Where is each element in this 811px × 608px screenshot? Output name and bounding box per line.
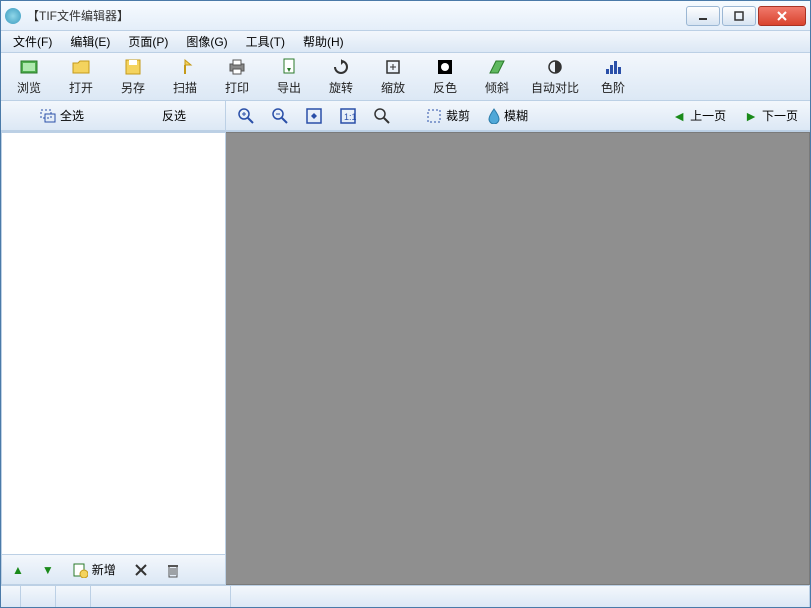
delete-button[interactable]	[130, 561, 152, 579]
skew-button[interactable]: 倾斜	[479, 58, 515, 96]
moveup-button[interactable]: ▲	[8, 561, 28, 579]
open-button[interactable]: 打开	[63, 58, 99, 96]
crop-button[interactable]: 裁剪	[422, 105, 474, 126]
app-icon	[5, 8, 21, 24]
workspace: ▲ ▼ 新增	[1, 131, 810, 585]
close-button[interactable]	[758, 6, 806, 26]
rotate-button[interactable]: 旋转	[323, 58, 359, 96]
statusbar	[1, 585, 810, 607]
invert-button[interactable]: 反色	[427, 58, 463, 96]
newpage-button[interactable]: 新增	[68, 559, 120, 580]
status-cell-4	[91, 586, 231, 607]
arrow-right-icon: ►	[744, 108, 758, 124]
window-controls	[686, 6, 806, 26]
menu-image[interactable]: 图像(G)	[178, 31, 235, 52]
svg-text:1:1: 1:1	[344, 112, 356, 122]
menu-tool[interactable]: 工具(T)	[238, 31, 293, 52]
print-button[interactable]: 打印	[219, 58, 255, 96]
contrast-icon	[546, 58, 564, 76]
status-cell-5	[231, 586, 810, 607]
zoom-icon	[384, 58, 402, 76]
selectall-icon	[40, 109, 56, 123]
menu-page[interactable]: 页面(P)	[120, 31, 176, 52]
selectall-button[interactable]: 全选	[36, 105, 88, 126]
minimize-button[interactable]	[686, 6, 720, 26]
status-cell-2	[21, 586, 56, 607]
invert-icon	[436, 58, 454, 76]
autocontrast-button[interactable]: 自动对比	[531, 58, 579, 96]
thumbnail-list[interactable]	[2, 133, 225, 554]
zoomout-button[interactable]	[268, 106, 292, 126]
saveas-button[interactable]: 另存	[115, 58, 151, 96]
magnifier-button[interactable]	[370, 106, 394, 126]
nextpage-button[interactable]: ► 下一页	[740, 105, 802, 126]
menu-help[interactable]: 帮助(H)	[295, 31, 352, 52]
view-tools: 1:1 裁剪 模糊 ◄ 上一页 ► 下一页	[226, 101, 810, 130]
print-icon	[228, 58, 246, 76]
zoomin-button[interactable]	[234, 106, 258, 126]
menu-file[interactable]: 文件(F)	[5, 31, 60, 52]
thumbnail-tools: ▲ ▼ 新增	[2, 554, 225, 584]
skew-icon	[488, 58, 506, 76]
app-window: 【TIF文件编辑器】 文件(F) 编辑(E) 页面(P) 图像(G) 工具(T)…	[0, 0, 811, 608]
sub-toolbar: 全选 反选 1:1 裁剪 模糊 ◄ 上一页	[1, 101, 810, 131]
levels-icon	[604, 58, 622, 76]
save-icon	[124, 58, 142, 76]
status-cell-1	[1, 586, 21, 607]
arrow-left-icon: ◄	[672, 108, 686, 124]
window-title: 【TIF文件编辑器】	[27, 7, 686, 24]
prevpage-button[interactable]: ◄ 上一页	[668, 105, 730, 126]
menubar: 文件(F) 编辑(E) 页面(P) 图像(G) 工具(T) 帮助(H)	[1, 31, 810, 53]
folder-open-icon	[72, 58, 90, 76]
browse-button[interactable]: 浏览	[11, 58, 47, 96]
scan-icon	[176, 58, 194, 76]
actualsize-button[interactable]: 1:1	[336, 106, 360, 126]
trash-button[interactable]	[162, 560, 184, 580]
droplet-icon	[488, 108, 500, 124]
zoom-button[interactable]: 缩放	[375, 58, 411, 96]
selection-tools: 全选 反选	[1, 101, 226, 130]
fitscreen-button[interactable]	[302, 106, 326, 126]
scan-button[interactable]: 扫描	[167, 58, 203, 96]
new-icon	[72, 562, 88, 578]
titlebar: 【TIF文件编辑器】	[1, 1, 810, 31]
export-icon	[280, 58, 298, 76]
export-button[interactable]: 导出	[271, 58, 307, 96]
main-toolbar: 浏览 打开 另存 扫描 打印 导出 旋转 缩放	[1, 53, 810, 101]
browse-icon	[20, 58, 38, 76]
maximize-button[interactable]	[722, 6, 756, 26]
menu-edit[interactable]: 编辑(E)	[62, 31, 118, 52]
deselect-button[interactable]: 反选	[158, 105, 190, 126]
rotate-icon	[332, 58, 350, 76]
blur-button[interactable]: 模糊	[484, 105, 532, 126]
canvas-area[interactable]	[226, 132, 810, 585]
thumbnail-panel: ▲ ▼ 新增	[1, 132, 226, 585]
crop-icon	[426, 108, 442, 124]
movedown-button[interactable]: ▼	[38, 561, 58, 579]
status-cell-3	[56, 586, 91, 607]
levels-button[interactable]: 色阶	[595, 58, 631, 96]
